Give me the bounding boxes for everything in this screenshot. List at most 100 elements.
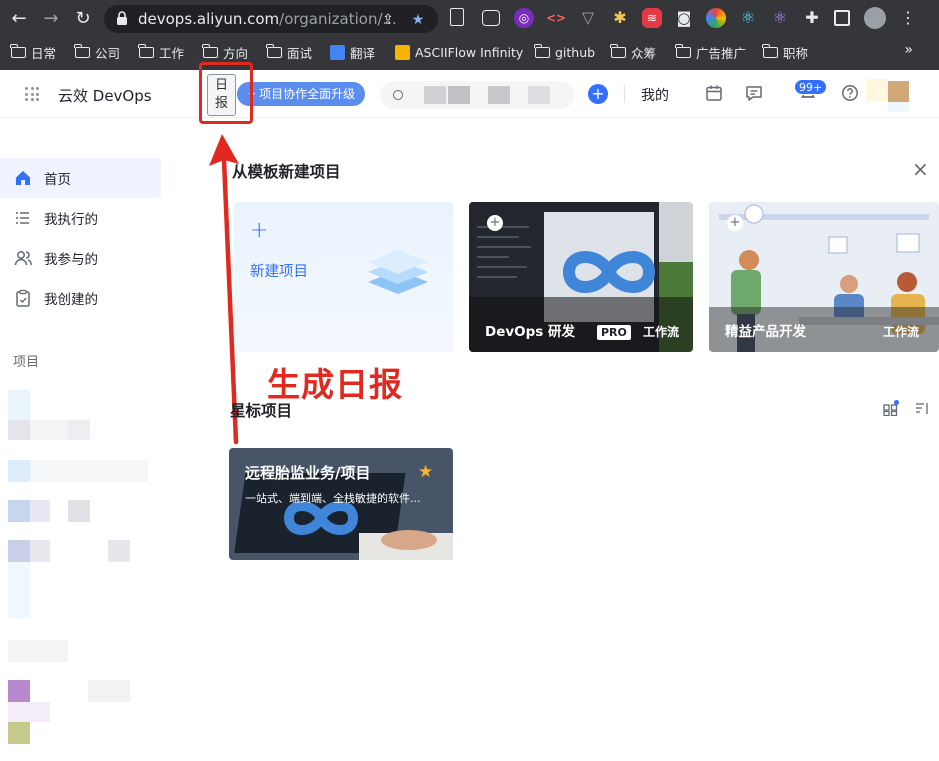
workflow-tag: 工作流: [642, 325, 679, 339]
bookmark-folder[interactable]: 方向: [202, 42, 248, 62]
bookmark-folder[interactable]: 工作: [138, 42, 184, 62]
template-card-devops[interactable]: + DevOps 研发 PRO 工作流: [469, 202, 693, 352]
list-icon: [16, 212, 29, 224]
redacted-block: [8, 680, 30, 702]
workflow-tag: 工作流: [882, 325, 919, 339]
folder-icon: [762, 43, 778, 58]
share-icon[interactable]: ⇪: [380, 12, 396, 28]
tab-search-icon[interactable]: [482, 10, 500, 26]
asciiflow-icon: [395, 44, 410, 60]
redacted-block: [888, 102, 909, 112]
redacted-block: [68, 500, 90, 522]
redacted-block: [8, 500, 30, 522]
sidebar-item-participated[interactable]: 我参与的: [0, 238, 161, 278]
search-icon: [393, 90, 403, 100]
bookmarks-overflow-icon[interactable]: »: [904, 42, 913, 58]
color-picker-extension-icon[interactable]: [706, 8, 726, 28]
bookmark-folder[interactable]: 广告推广: [675, 42, 746, 62]
url-host: devops.aliyun.com: [138, 10, 280, 28]
calendar-icon[interactable]: [705, 84, 723, 102]
redacted-block: [8, 722, 30, 744]
react-devtools-alt-icon[interactable]: ⚛: [770, 8, 790, 28]
star-icon[interactable]: ★: [418, 462, 433, 482]
user-avatar[interactable]: [888, 81, 909, 102]
folder-icon: [10, 43, 26, 58]
folder-icon: [534, 43, 550, 58]
address-bar[interactable]: devops.aliyun.com/organization/... ⇪ ★: [104, 5, 438, 33]
bookmark-folder[interactable]: 众筹: [610, 42, 656, 62]
redacted-block: [488, 86, 510, 104]
redux-extension-icon[interactable]: ≋: [642, 8, 662, 28]
redacted-block: [8, 562, 30, 618]
redacted-block: [448, 86, 470, 104]
home-icon: [16, 171, 30, 185]
mine-menu[interactable]: 我的: [641, 85, 669, 105]
sidebar-item-created[interactable]: 我创建的: [0, 278, 161, 318]
bookmark-folder[interactable]: 公司: [74, 42, 120, 62]
brand-title[interactable]: 云效 DevOps: [58, 85, 152, 106]
bookmark-folder[interactable]: 日常: [10, 42, 56, 62]
bookmark-folder[interactable]: github: [534, 42, 595, 62]
bookmark-folder[interactable]: 面试: [266, 42, 312, 62]
sort-icon[interactable]: [914, 400, 930, 416]
react-devtools-icon[interactable]: ⚛: [738, 8, 758, 28]
add-icon[interactable]: +: [727, 215, 743, 231]
template-card-lean[interactable]: + 精益产品开发 工作流: [709, 202, 939, 352]
close-icon[interactable]: ×: [912, 159, 930, 179]
redacted-block: [30, 500, 50, 522]
help-icon[interactable]: [841, 84, 859, 102]
url-text: devops.aliyun.com/organization/...: [138, 10, 397, 28]
layers-icon: [368, 250, 428, 294]
google-translate-icon: [330, 44, 345, 60]
bookmark-asciiflow[interactable]: ASCIIFlow Infinity: [395, 42, 523, 62]
bookmark-star-icon[interactable]: ★: [410, 12, 426, 28]
redacted-block: [528, 86, 550, 104]
folder-icon: [202, 43, 218, 58]
browser-chrome: ← → ↻ devops.aliyun.com/organization/...…: [0, 0, 939, 70]
redacted-block: [30, 460, 148, 482]
starred-project-title: 远程胎监业务/项目: [245, 464, 371, 482]
users-icon: [14, 251, 32, 266]
forward-icon[interactable]: →: [40, 8, 62, 30]
grid-view-icon[interactable]: [883, 400, 899, 416]
sidebar-item-home[interactable]: 首页: [0, 158, 161, 198]
redacted-block: [866, 79, 888, 101]
folder-icon: [266, 43, 282, 58]
new-project-card[interactable]: + 新建项目: [234, 202, 453, 352]
add-icon[interactable]: +: [487, 215, 503, 231]
back-icon[interactable]: ←: [8, 8, 30, 30]
menu-kebab-icon[interactable]: ⋮: [898, 8, 918, 28]
new-project-label: 新建项目: [250, 264, 308, 280]
starred-section-title: 星标项目: [230, 402, 293, 420]
bookmark-translate[interactable]: 翻译: [330, 42, 375, 62]
sparkle-extension-icon[interactable]: ✱: [610, 8, 630, 28]
starred-project-subtitle: 一站式、端到端、全栈敏捷的软件...: [245, 492, 421, 505]
code-extension-icon[interactable]: <>: [546, 8, 566, 28]
redacted-block: [30, 540, 50, 562]
message-icon[interactable]: [745, 84, 763, 102]
annotation-highlight-box: [199, 62, 253, 124]
profile-avatar[interactable]: [864, 7, 886, 29]
camera-extension-icon[interactable]: ◙: [674, 8, 694, 28]
search-input[interactable]: [380, 81, 574, 109]
redacted-block: [8, 460, 30, 482]
folder-icon: [74, 43, 90, 58]
folder-icon: [610, 43, 626, 58]
upgrade-banner[interactable]: ✦ 项目协作全面升级: [237, 82, 365, 106]
app-switcher-icon[interactable]: [25, 87, 39, 101]
clipboard-icon: [16, 289, 30, 307]
folder-icon: [138, 43, 154, 58]
reload-icon[interactable]: ↻: [72, 8, 94, 30]
redacted-block: [8, 540, 30, 562]
starred-project-card[interactable]: 远程胎监业务/项目 一站式、端到端、全栈敏捷的软件... ★: [229, 448, 453, 560]
reading-list-icon[interactable]: [450, 8, 464, 26]
side-panel-icon[interactable]: [834, 10, 850, 26]
extension-purple-icon[interactable]: ◎: [514, 8, 534, 28]
bookmark-folder[interactable]: 职称: [762, 42, 808, 62]
bookmarks-bar: 日常 公司 工作 方向 面试 翻译 ASCIIFlow Infinity git…: [0, 38, 939, 64]
create-plus-button[interactable]: +: [588, 84, 608, 104]
extensions-puzzle-icon[interactable]: ✚: [802, 8, 822, 28]
vue-extension-icon[interactable]: ▽: [578, 8, 598, 28]
notification-badge: 99+: [794, 79, 828, 95]
sidebar-item-assigned[interactable]: 我执行的: [0, 198, 161, 238]
